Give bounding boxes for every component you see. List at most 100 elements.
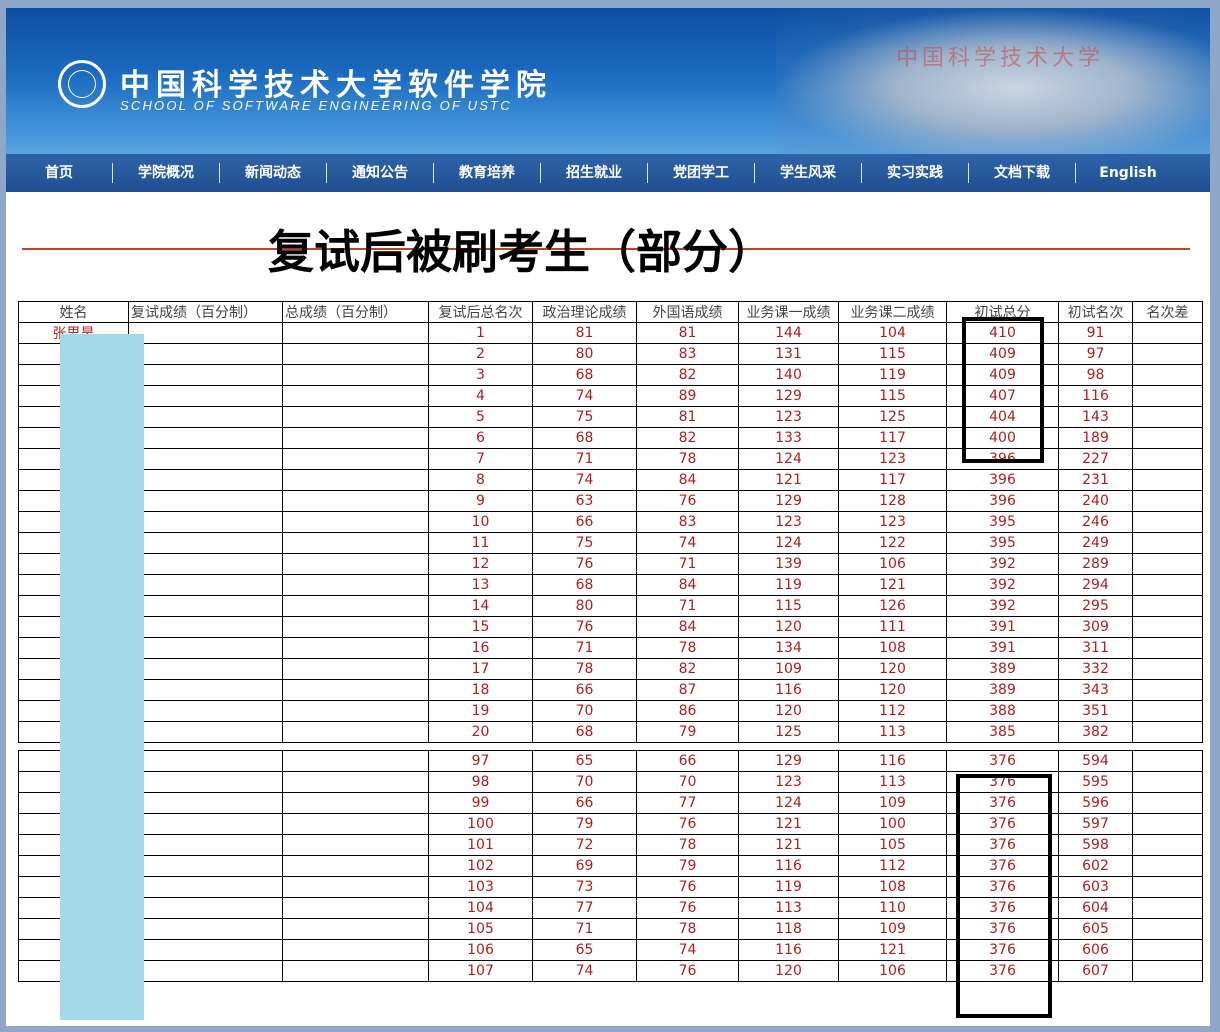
cell-rank: 14: [428, 595, 533, 617]
cell-total: 391: [946, 637, 1059, 659]
cell-course1: 129: [738, 750, 839, 772]
cell-course2: 111: [838, 616, 947, 638]
table-gap-row: [18, 742, 1203, 751]
cell-foreign: 89: [636, 385, 739, 407]
cell-politics: 65: [532, 939, 637, 961]
table-row: 16 71 78 134 108 391 311: [18, 637, 1203, 659]
cell-course2: 120: [838, 679, 947, 701]
cell-course2: 112: [838, 700, 947, 722]
nav-item-7[interactable]: 学生风采: [755, 163, 861, 183]
site-banner: 中国科学技术大学 中国科学技术大学软件学院 SCHOOL OF SOFTWARE…: [6, 8, 1210, 154]
nav-item-4[interactable]: 教育培养: [434, 163, 540, 183]
cell-empty: [1132, 469, 1203, 491]
nav-item-6[interactable]: 党团学工: [648, 163, 754, 183]
nav-item-5[interactable]: 招生就业: [541, 163, 647, 183]
table-row: 袁127671139106392289: [18, 553, 1203, 575]
cell-empty: [128, 427, 283, 449]
cell-init_rank: 289: [1058, 553, 1133, 575]
cell-empty: [282, 876, 429, 898]
cell-empty: [282, 721, 429, 743]
ustc-logo-icon[interactable]: [58, 60, 106, 108]
cell-course1: 129: [738, 385, 839, 407]
cell-politics: 71: [532, 918, 637, 940]
cell-course1: 123: [738, 406, 839, 428]
cell-course1: 118: [738, 918, 839, 940]
nav-item-0[interactable]: 首页: [6, 163, 112, 183]
cell-init_rank: 294: [1058, 574, 1133, 596]
cell-empty: [282, 855, 429, 877]
cell-empty: [128, 855, 283, 877]
cell-init_rank: 606: [1058, 939, 1133, 961]
nav-item-10[interactable]: English: [1076, 163, 1180, 183]
cell-total: 392: [946, 595, 1059, 617]
nav-item-3[interactable]: 通知公告: [327, 163, 433, 183]
school-name-en: SCHOOL OF SOFTWARE ENGINEERING OF USTC: [120, 98, 512, 113]
cell-rank: 104: [428, 897, 533, 919]
cell-init_rank: 343: [1058, 679, 1133, 701]
cell-politics: 80: [532, 343, 637, 365]
cell-empty: [282, 427, 429, 449]
cell-empty: [282, 813, 429, 835]
cell-init_rank: 98: [1058, 364, 1133, 386]
cell-rank: 1: [428, 322, 533, 344]
nav-item-2[interactable]: 新闻动态: [220, 163, 326, 183]
cell-foreign: 84: [636, 574, 739, 596]
cell-rank: 105: [428, 918, 533, 940]
nav-item-9[interactable]: 文档下载: [969, 163, 1075, 183]
cell-rank: 97: [428, 750, 533, 772]
cell-empty: [1132, 364, 1203, 386]
cell-init_rank: 604: [1058, 897, 1133, 919]
cell-empty: [1132, 343, 1203, 365]
main-nav: 首页 学院概况 新闻动态 通知公告 教育培养 招生就业 党团学工 学生风采 实习实践 文档下载 En…: [6, 154, 1210, 192]
cell-politics: 68: [532, 721, 637, 743]
cell-course2: 108: [838, 637, 947, 659]
cell-empty: [282, 918, 429, 940]
cell-empty: [1132, 532, 1203, 554]
cell-foreign: 76: [636, 490, 739, 512]
table-row: 吴157684120111391309: [18, 616, 1203, 638]
cell-rank: 9: [428, 490, 533, 512]
cell-empty: [282, 574, 429, 596]
cell-empty: [1132, 939, 1203, 961]
cell-empty: [1132, 490, 1203, 512]
cell-course1: 124: [738, 448, 839, 470]
cell-course1: 120: [738, 700, 839, 722]
nav-item-1[interactable]: 学院概况: [113, 163, 219, 183]
cell-rank: 20: [428, 721, 533, 743]
cell-init_rank: 246: [1058, 511, 1133, 533]
cell-empty: [1132, 574, 1203, 596]
cell-course2: 109: [838, 792, 947, 814]
cell-init_rank: 597: [1058, 813, 1133, 835]
cell-course2: 115: [838, 343, 947, 365]
cell-rank: 10: [428, 511, 533, 533]
cell-course1: 125: [738, 721, 839, 743]
cell-rank: 99: [428, 792, 533, 814]
cell-course2: 104: [838, 322, 947, 344]
cell-empty: [282, 490, 429, 512]
cell-politics: 65: [532, 750, 637, 772]
cell-empty: [1132, 792, 1203, 814]
cell-empty: [282, 553, 429, 575]
cell-empty: [1132, 658, 1203, 680]
cell-empty: [128, 469, 283, 491]
cell-course1: 124: [738, 792, 839, 814]
cell-course1: 134: [738, 637, 839, 659]
column-header: 名次差: [1132, 301, 1203, 323]
table-row: 卢148071115126392295: [18, 595, 1203, 617]
cell-politics: 77: [532, 897, 637, 919]
cell-foreign: 78: [636, 637, 739, 659]
gap-cell: [532, 742, 637, 751]
cell-init_rank: 91: [1058, 322, 1133, 344]
nav-separator: [968, 163, 969, 183]
highlight-box-top: [962, 317, 1044, 463]
cell-course1: 129: [738, 490, 839, 512]
cell-rank: 11: [428, 532, 533, 554]
nav-item-8[interactable]: 实习实践: [862, 163, 968, 183]
cell-empty: [282, 364, 429, 386]
cell-init_rank: 189: [1058, 427, 1133, 449]
column-header: 政治理论成绩: [532, 301, 637, 323]
cell-total: 392: [946, 574, 1059, 596]
page-frame: 中国科学技术大学 中国科学技术大学软件学院 SCHOOL OF SOFTWARE…: [6, 8, 1210, 1026]
banner-rock-image: [776, 8, 1210, 154]
gap-cell: [738, 742, 839, 751]
